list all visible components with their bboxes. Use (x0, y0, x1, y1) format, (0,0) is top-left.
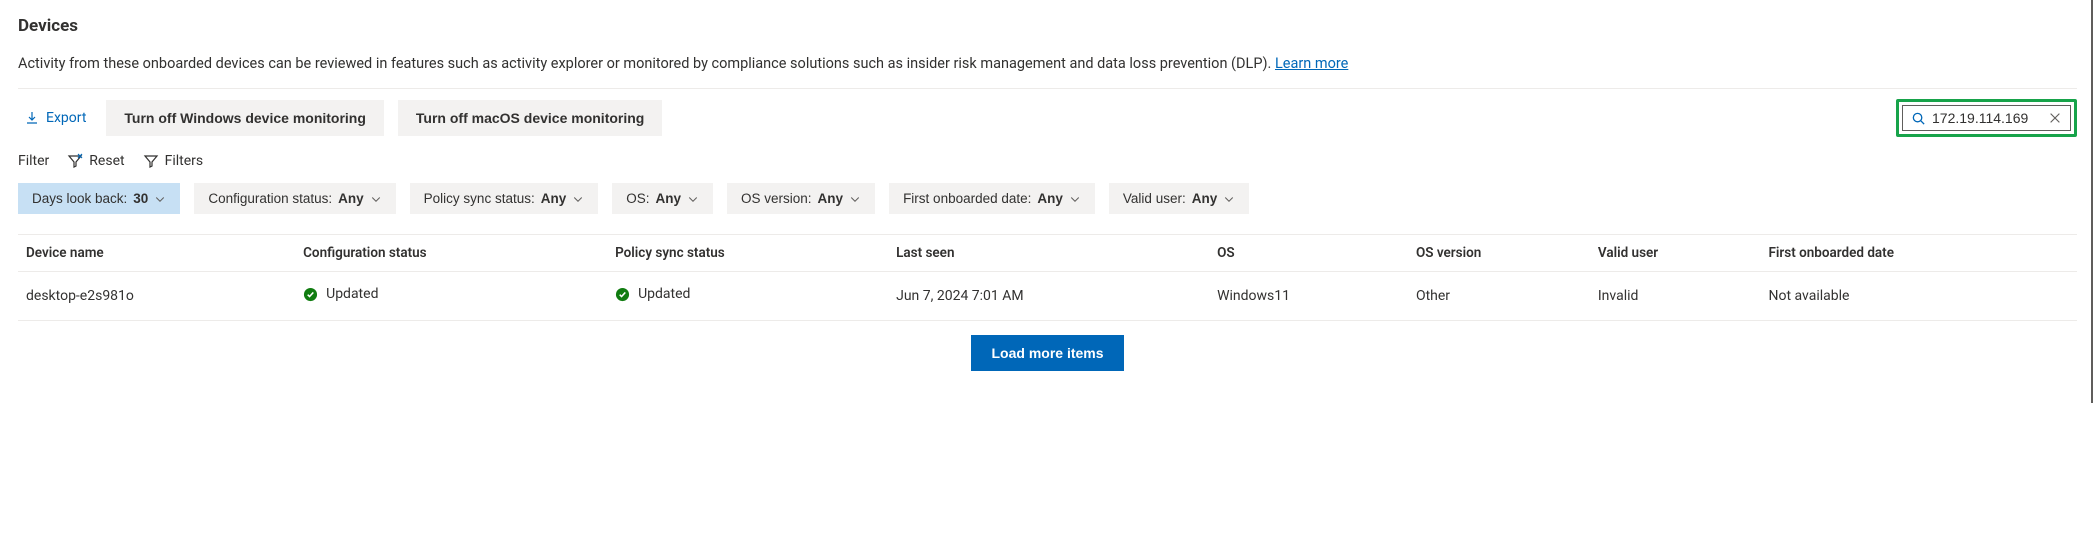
table-row[interactable]: desktop-e2s981o Updated Updated Jun 7, 2024… (18, 272, 2077, 321)
filter-pill-3[interactable]: OS: Any (612, 183, 713, 214)
cell-policy-sync-status: Updated (607, 272, 888, 321)
funnel-reset-icon (67, 153, 83, 169)
cell-valid-user: Invalid (1590, 272, 1761, 321)
filter-bar: Filter Reset Filters (18, 147, 2077, 183)
filter-label: Filter (18, 153, 49, 169)
chevron-down-icon (370, 193, 382, 205)
pill-label: Configuration status: (208, 191, 332, 206)
cell-configuration-status: Updated (295, 272, 607, 321)
export-label: Export (46, 110, 86, 126)
download-icon (24, 110, 40, 126)
pill-value: Any (1192, 191, 1218, 206)
pill-value: Any (818, 191, 844, 206)
filter-pill-6[interactable]: Valid user: Any (1109, 183, 1249, 214)
column-header[interactable]: OS version (1408, 235, 1590, 272)
filter-pill-2[interactable]: Policy sync status: Any (410, 183, 599, 214)
turn-off-macos-button[interactable]: Turn off macOS device monitoring (398, 100, 662, 136)
pill-value: Any (1037, 191, 1063, 206)
pill-label: OS version: (741, 191, 812, 206)
column-header[interactable]: Policy sync status (607, 235, 888, 272)
open-filters-button[interactable]: Filters (143, 153, 204, 169)
command-toolbar: Export Turn off Windows device monitorin… (18, 88, 2077, 147)
pill-value: Any (338, 191, 364, 206)
column-header[interactable]: Device name (18, 235, 295, 272)
pill-label: Valid user: (1123, 191, 1186, 206)
search-input[interactable] (1932, 110, 2042, 126)
pill-value: Any (656, 191, 682, 206)
chevron-down-icon (154, 193, 166, 205)
filter-pill-4[interactable]: OS version: Any (727, 183, 875, 214)
filter-pill-0[interactable]: Days look back: 30 (18, 183, 180, 214)
clear-search-icon[interactable] (2048, 111, 2062, 125)
load-more-wrap: Load more items (18, 335, 2077, 371)
reset-label: Reset (89, 153, 124, 169)
page-title: Devices (18, 16, 2077, 36)
pill-value: 30 (133, 191, 148, 206)
cell-last-seen: Jun 7, 2024 7:01 AM (888, 272, 1209, 321)
export-button[interactable]: Export (18, 106, 92, 130)
turn-off-windows-button[interactable]: Turn off Windows device monitoring (106, 100, 384, 136)
status-text: Updated (638, 286, 690, 302)
table-body: desktop-e2s981o Updated Updated Jun 7, 2024… (18, 272, 2077, 321)
pill-value: Any (541, 191, 567, 206)
pill-label: First onboarded date: (903, 191, 1031, 206)
status-text: Updated (326, 286, 378, 302)
cell-first-onboarded-date: Not available (1760, 272, 2077, 321)
reset-filters-button[interactable]: Reset (67, 153, 124, 169)
chevron-down-icon (849, 193, 861, 205)
search-icon (1911, 111, 1926, 126)
cell-os-version: Other (1408, 272, 1590, 321)
check-circle-icon (303, 287, 318, 302)
filters-label: Filters (165, 153, 204, 169)
devices-table: Device nameConfiguration statusPolicy sy… (18, 234, 2077, 321)
chevron-down-icon (687, 193, 699, 205)
pill-label: Days look back: (32, 191, 127, 206)
chevron-down-icon (572, 193, 584, 205)
chevron-down-icon (1223, 193, 1235, 205)
chevron-down-icon (1069, 193, 1081, 205)
pill-label: Policy sync status: (424, 191, 535, 206)
filter-pills-row: Days look back: 30 Configuration status: … (18, 183, 2077, 234)
search-highlight-box (1896, 99, 2077, 137)
filter-pill-5[interactable]: First onboarded date: Any (889, 183, 1095, 214)
cell-os: Windows11 (1209, 272, 1408, 321)
table-header: Device nameConfiguration statusPolicy sy… (18, 235, 2077, 272)
funnel-icon (143, 153, 159, 169)
filter-pill-1[interactable]: Configuration status: Any (194, 183, 395, 214)
pill-label: OS: (626, 191, 649, 206)
learn-more-link[interactable]: Learn more (1275, 55, 1348, 72)
column-header[interactable]: Valid user (1590, 235, 1761, 272)
search-box[interactable] (1902, 105, 2071, 131)
column-header[interactable]: Last seen (888, 235, 1209, 272)
description-text: Activity from these onboarded devices ca… (18, 55, 1271, 72)
page-description: Activity from these onboarded devices ca… (18, 54, 2077, 74)
cell-device-name: desktop-e2s981o (18, 272, 295, 321)
column-header[interactable]: OS (1209, 235, 1408, 272)
pane-right-border (2091, 0, 2093, 403)
load-more-button[interactable]: Load more items (971, 335, 1123, 371)
column-header[interactable]: Configuration status (295, 235, 607, 272)
check-circle-icon (615, 287, 630, 302)
column-header[interactable]: First onboarded date (1760, 235, 2077, 272)
